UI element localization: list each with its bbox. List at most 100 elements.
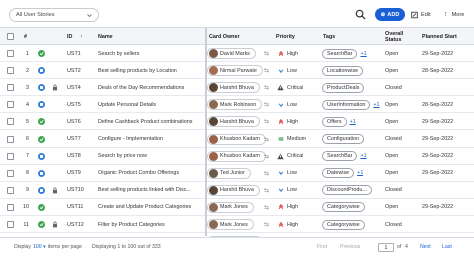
planned-start[interactable]: 29-Sep-2022: [422, 165, 453, 182]
next-page-link[interactable]: Next: [420, 244, 431, 250]
link-icon[interactable]: ⇆: [264, 170, 269, 177]
add-button[interactable]: ⊕ ADD: [375, 8, 405, 21]
link-icon[interactable]: ⇆: [264, 67, 269, 74]
row-id[interactable]: UST10: [67, 182, 84, 199]
priority-value[interactable]: High: [287, 204, 298, 210]
card-owner-chip[interactable]: Harshit Bhuva: [207, 116, 260, 128]
row-name[interactable]: Create and Update Product Categories: [98, 199, 203, 216]
table-row[interactable]: 1 UST1 Search by sellers David Marks ⇆ H…: [0, 45, 474, 62]
page-size-select[interactable]: 100 ▾: [33, 244, 46, 250]
row-id[interactable]: UST5: [67, 96, 81, 113]
view-dropdown[interactable]: All User Stories: [9, 8, 99, 22]
link-icon[interactable]: ⇆: [264, 136, 269, 143]
table-row[interactable]: 9 UST10 Best selling products linked wit…: [0, 182, 474, 199]
row-id[interactable]: UST6: [67, 113, 81, 130]
row-name[interactable]: Organic Product Combo Offerings: [98, 165, 203, 182]
row-name[interactable]: Search by price now: [98, 148, 203, 165]
planned-start[interactable]: 29-Sep-2022: [422, 199, 453, 216]
table-row[interactable]: 7 UST8 Search by price now Khusboo Kadam…: [0, 148, 474, 165]
row-id[interactable]: UST7: [67, 131, 81, 148]
card-owner-chip[interactable]: Khusboo Kadam: [207, 150, 266, 162]
table-row[interactable]: 8 UST9 Organic Product Combo Offerings T…: [0, 165, 474, 182]
row-checkbox[interactable]: [7, 186, 14, 194]
row-id[interactable]: UST2: [67, 62, 81, 79]
row-name[interactable]: Update Personal Details: [98, 96, 203, 113]
row-name[interactable]: Deals of the Day Recommendations: [98, 79, 203, 96]
card-owner-chip[interactable]: Nirmal Parwate: [207, 65, 263, 77]
priority-value[interactable]: Critical: [287, 85, 303, 91]
page-number-input[interactable]: 1: [378, 243, 394, 252]
row-id[interactable]: UST12: [67, 216, 84, 233]
tag-chip[interactable]: Offers: [322, 116, 347, 127]
card-owner-chip[interactable]: Mark Robinson: [207, 99, 263, 111]
link-icon[interactable]: ⇆: [264, 221, 269, 228]
row-id[interactable]: UST9: [67, 165, 81, 182]
select-all-checkbox[interactable]: [7, 33, 14, 40]
tag-chip[interactable]: Locationwise: [322, 65, 364, 76]
more-tags-link[interactable]: +1: [357, 170, 363, 176]
sort-up-icon[interactable]: ↑: [80, 28, 83, 45]
tag-chip[interactable]: Configuration: [322, 134, 365, 144]
priority-value[interactable]: High: [287, 119, 298, 125]
card-owner-chip[interactable]: Mark Jones: [207, 201, 254, 213]
tag-chip[interactable]: Categorywise: [322, 219, 365, 230]
row-id[interactable]: UST8: [67, 148, 81, 165]
link-icon[interactable]: ⇆: [264, 50, 269, 57]
row-checkbox[interactable]: [7, 203, 14, 211]
last-page-link[interactable]: Last: [442, 244, 452, 250]
card-owner-chip[interactable]: David Marks: [207, 48, 256, 59]
row-checkbox[interactable]: [7, 221, 14, 228]
planned-start[interactable]: 29-Sep-2022: [422, 148, 453, 165]
row-checkbox[interactable]: [7, 169, 14, 177]
column-id[interactable]: ID: [67, 28, 72, 45]
row-checkbox[interactable]: [7, 67, 14, 75]
planned-start[interactable]: 29-Sep-2022: [422, 113, 453, 130]
tag-chip[interactable]: ProductDeals: [322, 82, 365, 93]
table-row[interactable]: 6 UST7 Configure - Implementation Khusbo…: [0, 131, 474, 148]
row-checkbox[interactable]: [7, 118, 14, 126]
row-checkbox[interactable]: [7, 84, 14, 92]
row-id[interactable]: UST11: [67, 199, 83, 216]
card-owner-chip[interactable]: Ted Junior: [207, 167, 251, 179]
column-overall-status[interactable]: Overall Status: [385, 28, 403, 45]
planned-start[interactable]: 28-Sep-2022: [422, 62, 453, 79]
edit-button[interactable]: Edit: [411, 8, 431, 21]
priority-value[interactable]: Low: [287, 187, 297, 193]
priority-value[interactable]: Low: [287, 170, 297, 176]
link-icon[interactable]: ⇆: [264, 187, 269, 194]
column-priority[interactable]: Priority: [276, 28, 295, 45]
more-tags-link[interactable]: +1: [373, 102, 379, 108]
row-checkbox[interactable]: [7, 135, 14, 143]
table-row[interactable]: 11 UST12 Filter by Product Categories Ma…: [0, 216, 474, 233]
row-name[interactable]: Configure - Implementation: [98, 131, 203, 148]
priority-value[interactable]: High: [287, 222, 298, 228]
row-name[interactable]: Search by sellers: [98, 45, 203, 62]
column-name[interactable]: Name: [98, 28, 113, 45]
link-icon[interactable]: ⇆: [264, 84, 269, 91]
tag-chip[interactable]: Datewise: [322, 168, 355, 179]
column-number[interactable]: #: [24, 28, 27, 45]
planned-start[interactable]: 29-Sep-2022: [422, 131, 453, 148]
table-row[interactable]: 5 UST6 Define Cashback Product combinati…: [0, 113, 474, 131]
link-icon[interactable]: ⇆: [264, 153, 269, 160]
row-checkbox[interactable]: [7, 50, 14, 57]
more-tags-link[interactable]: +1: [350, 119, 356, 125]
priority-value[interactable]: Medium: [287, 136, 306, 142]
row-id[interactable]: UST1: [67, 45, 81, 62]
link-icon[interactable]: ⇆: [264, 204, 269, 211]
planned-start[interactable]: 28-Sep-2022: [422, 96, 453, 113]
tag-chip[interactable]: UserInformation: [322, 99, 371, 110]
table-row[interactable]: 2 UST2 Best selling products by Location…: [0, 62, 474, 80]
previous-page-link[interactable]: Previous: [340, 244, 360, 250]
table-row[interactable]: 3 UST4 Deals of the Day Recommendations …: [0, 79, 474, 97]
more-button[interactable]: ⋮ More: [443, 8, 464, 21]
more-tags-link[interactable]: +1: [360, 51, 366, 57]
planned-start[interactable]: 29-Sep-2022: [422, 45, 453, 62]
priority-value[interactable]: Low: [287, 102, 297, 108]
frozen-column-divider[interactable]: [205, 28, 207, 236]
more-tags-link[interactable]: +1: [360, 153, 366, 159]
column-tags[interactable]: Tags: [323, 28, 335, 45]
column-planned-start[interactable]: Planned Start: [422, 28, 457, 45]
row-name[interactable]: Filter by Product Categories: [98, 216, 203, 233]
tag-chip[interactable]: SearchBar: [322, 151, 358, 162]
